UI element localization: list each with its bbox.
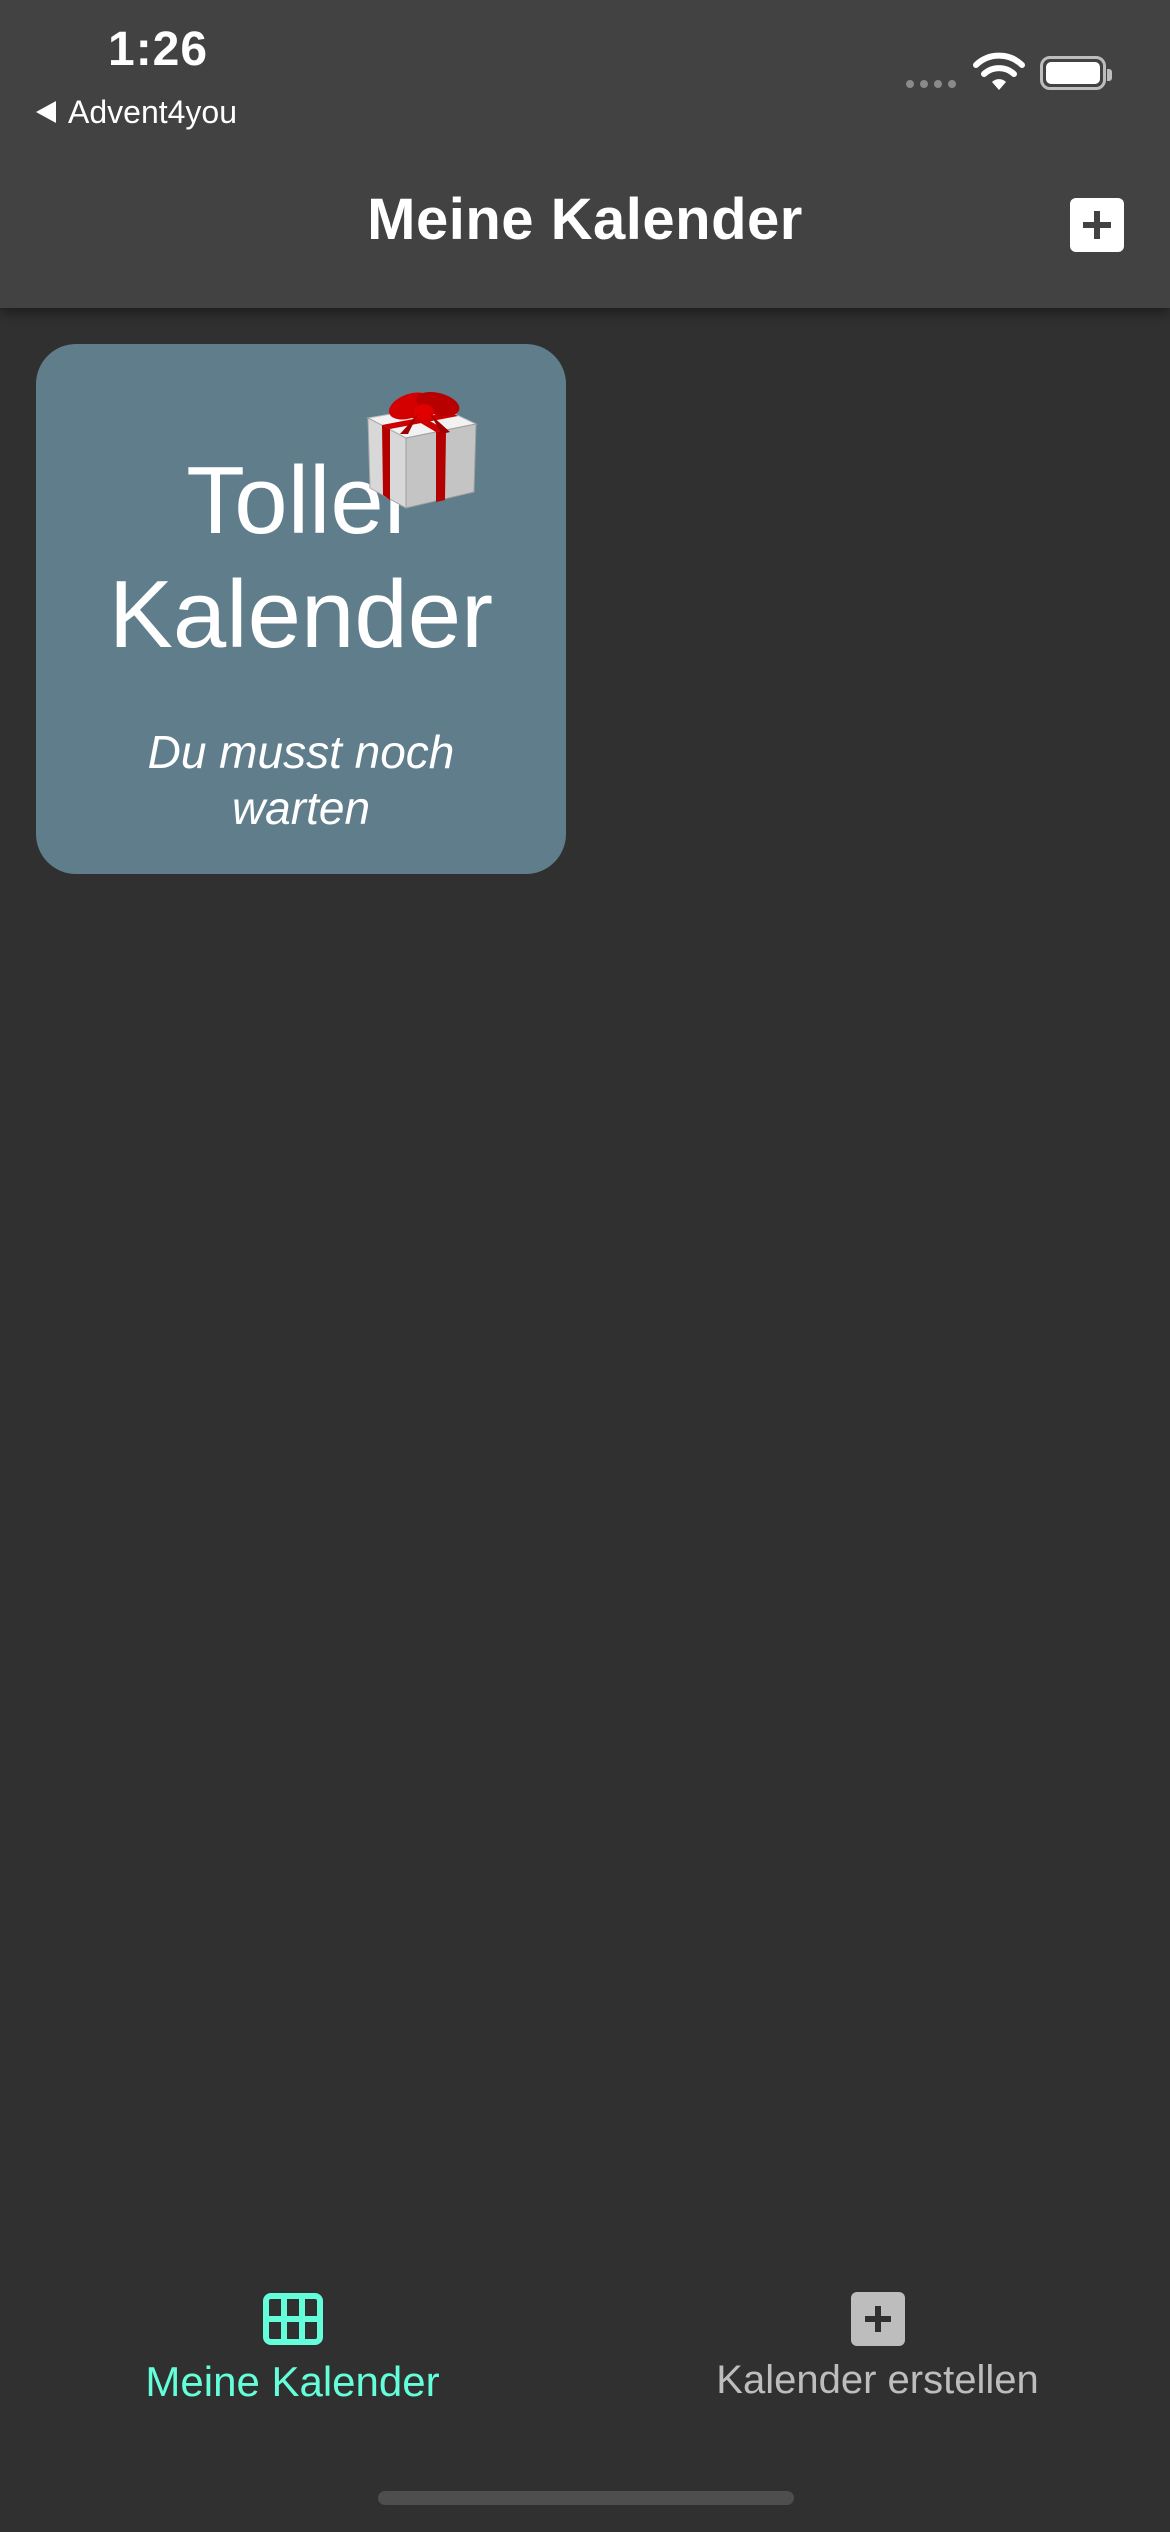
plus-square-icon xyxy=(1083,211,1111,239)
calendar-status: Du musst noch warten xyxy=(147,726,455,834)
nav-label: Meine Kalender xyxy=(145,2358,440,2405)
battery-icon xyxy=(1040,56,1112,90)
add-calendar-button[interactable] xyxy=(1070,198,1124,252)
nav-item-meine-kalender[interactable]: Meine Kalender xyxy=(0,2292,585,2406)
page-title: Meine Kalender xyxy=(367,187,803,252)
plus-square-icon xyxy=(847,2292,909,2346)
gift-box-icon xyxy=(354,384,486,512)
calendar-card[interactable]: Toller Kalender Du musst noch warten xyxy=(36,344,566,874)
back-to-app-button[interactable]: Advent4you xyxy=(36,92,237,132)
nav-item-kalender-erstellen[interactable]: Kalender erstellen xyxy=(585,2292,1170,2403)
wifi-icon xyxy=(972,52,1026,92)
status-time: 1:26 xyxy=(108,23,209,76)
calendar-title: Toller Kalender xyxy=(108,447,494,668)
back-arrow-icon xyxy=(36,101,56,123)
app-bar: 1:26 Advent4you Meine Kalender xyxy=(0,0,1170,308)
cellular-signal-icon xyxy=(906,80,956,88)
nav-label: Kalender erstellen xyxy=(716,2358,1039,2402)
grid-icon xyxy=(262,2292,324,2346)
home-indicator[interactable] xyxy=(378,2491,794,2505)
back-app-label: Advent4you xyxy=(68,93,238,130)
